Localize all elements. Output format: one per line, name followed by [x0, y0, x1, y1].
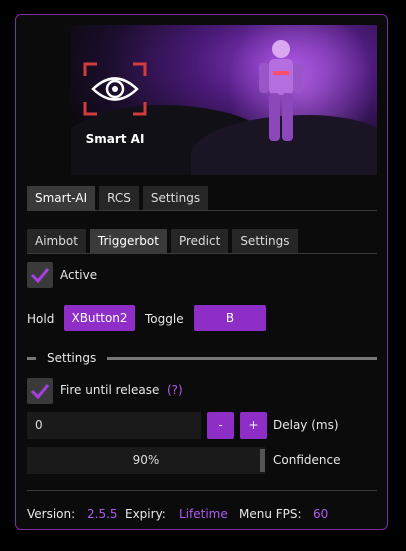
confidence-value: 90%: [132, 453, 160, 467]
menu-fps-label: Menu FPS:: [239, 507, 302, 521]
hold-key-button[interactable]: XButton2: [64, 305, 135, 331]
tab-rcs[interactable]: RCS: [99, 186, 139, 210]
active-label: Active: [60, 268, 98, 282]
tab-predict[interactable]: Predict: [170, 229, 229, 253]
toggle-label: Toggle: [145, 312, 184, 326]
confidence-slider[interactable]: 90%: [27, 447, 265, 474]
main-tab-divider: [27, 210, 377, 211]
settings-section-title: Settings: [47, 351, 97, 365]
fire-until-release-label: Fire until release: [60, 383, 160, 397]
help-tooltip-icon[interactable]: (?): [167, 383, 183, 397]
confidence-label: Confidence: [273, 453, 341, 467]
menu-fps-value: 60: [313, 507, 329, 521]
footer-divider: [27, 490, 377, 491]
checkmark-icon: [30, 384, 50, 400]
sub-tab-divider: [27, 253, 377, 254]
tab-sub-settings[interactable]: Settings: [232, 229, 298, 253]
version-value: 2.5.5: [87, 507, 118, 521]
expiry-label: Expiry:: [125, 507, 166, 521]
section-line-right: [107, 357, 377, 360]
hold-label: Hold: [27, 312, 55, 326]
character-figure: [259, 40, 303, 141]
checkmark-icon: [30, 268, 50, 284]
tab-aimbot[interactable]: Aimbot: [27, 229, 86, 253]
active-checkbox[interactable]: [27, 262, 53, 288]
delay-input[interactable]: 0: [27, 412, 201, 439]
tab-triggerbot[interactable]: Triggerbot: [89, 229, 167, 253]
expiry-value: Lifetime: [179, 507, 228, 521]
sub-tab-bar: Aimbot Triggerbot Predict Settings: [27, 229, 298, 253]
tab-settings[interactable]: Settings: [142, 186, 209, 210]
eye-logo-icon: [83, 62, 147, 116]
delay-plus-button[interactable]: +: [240, 412, 267, 439]
banner-title: Smart AI: [85, 132, 145, 146]
version-label: Version:: [27, 507, 76, 521]
section-line-left: [27, 357, 36, 360]
tab-smart-ai[interactable]: Smart-AI: [27, 186, 96, 210]
fire-until-release-checkbox[interactable]: [27, 378, 53, 404]
delay-minus-button[interactable]: -: [207, 412, 234, 439]
delay-label: Delay (ms): [273, 418, 339, 432]
toggle-key-button[interactable]: B: [194, 305, 266, 331]
main-tab-bar: Smart-AI RCS Settings: [27, 186, 209, 210]
